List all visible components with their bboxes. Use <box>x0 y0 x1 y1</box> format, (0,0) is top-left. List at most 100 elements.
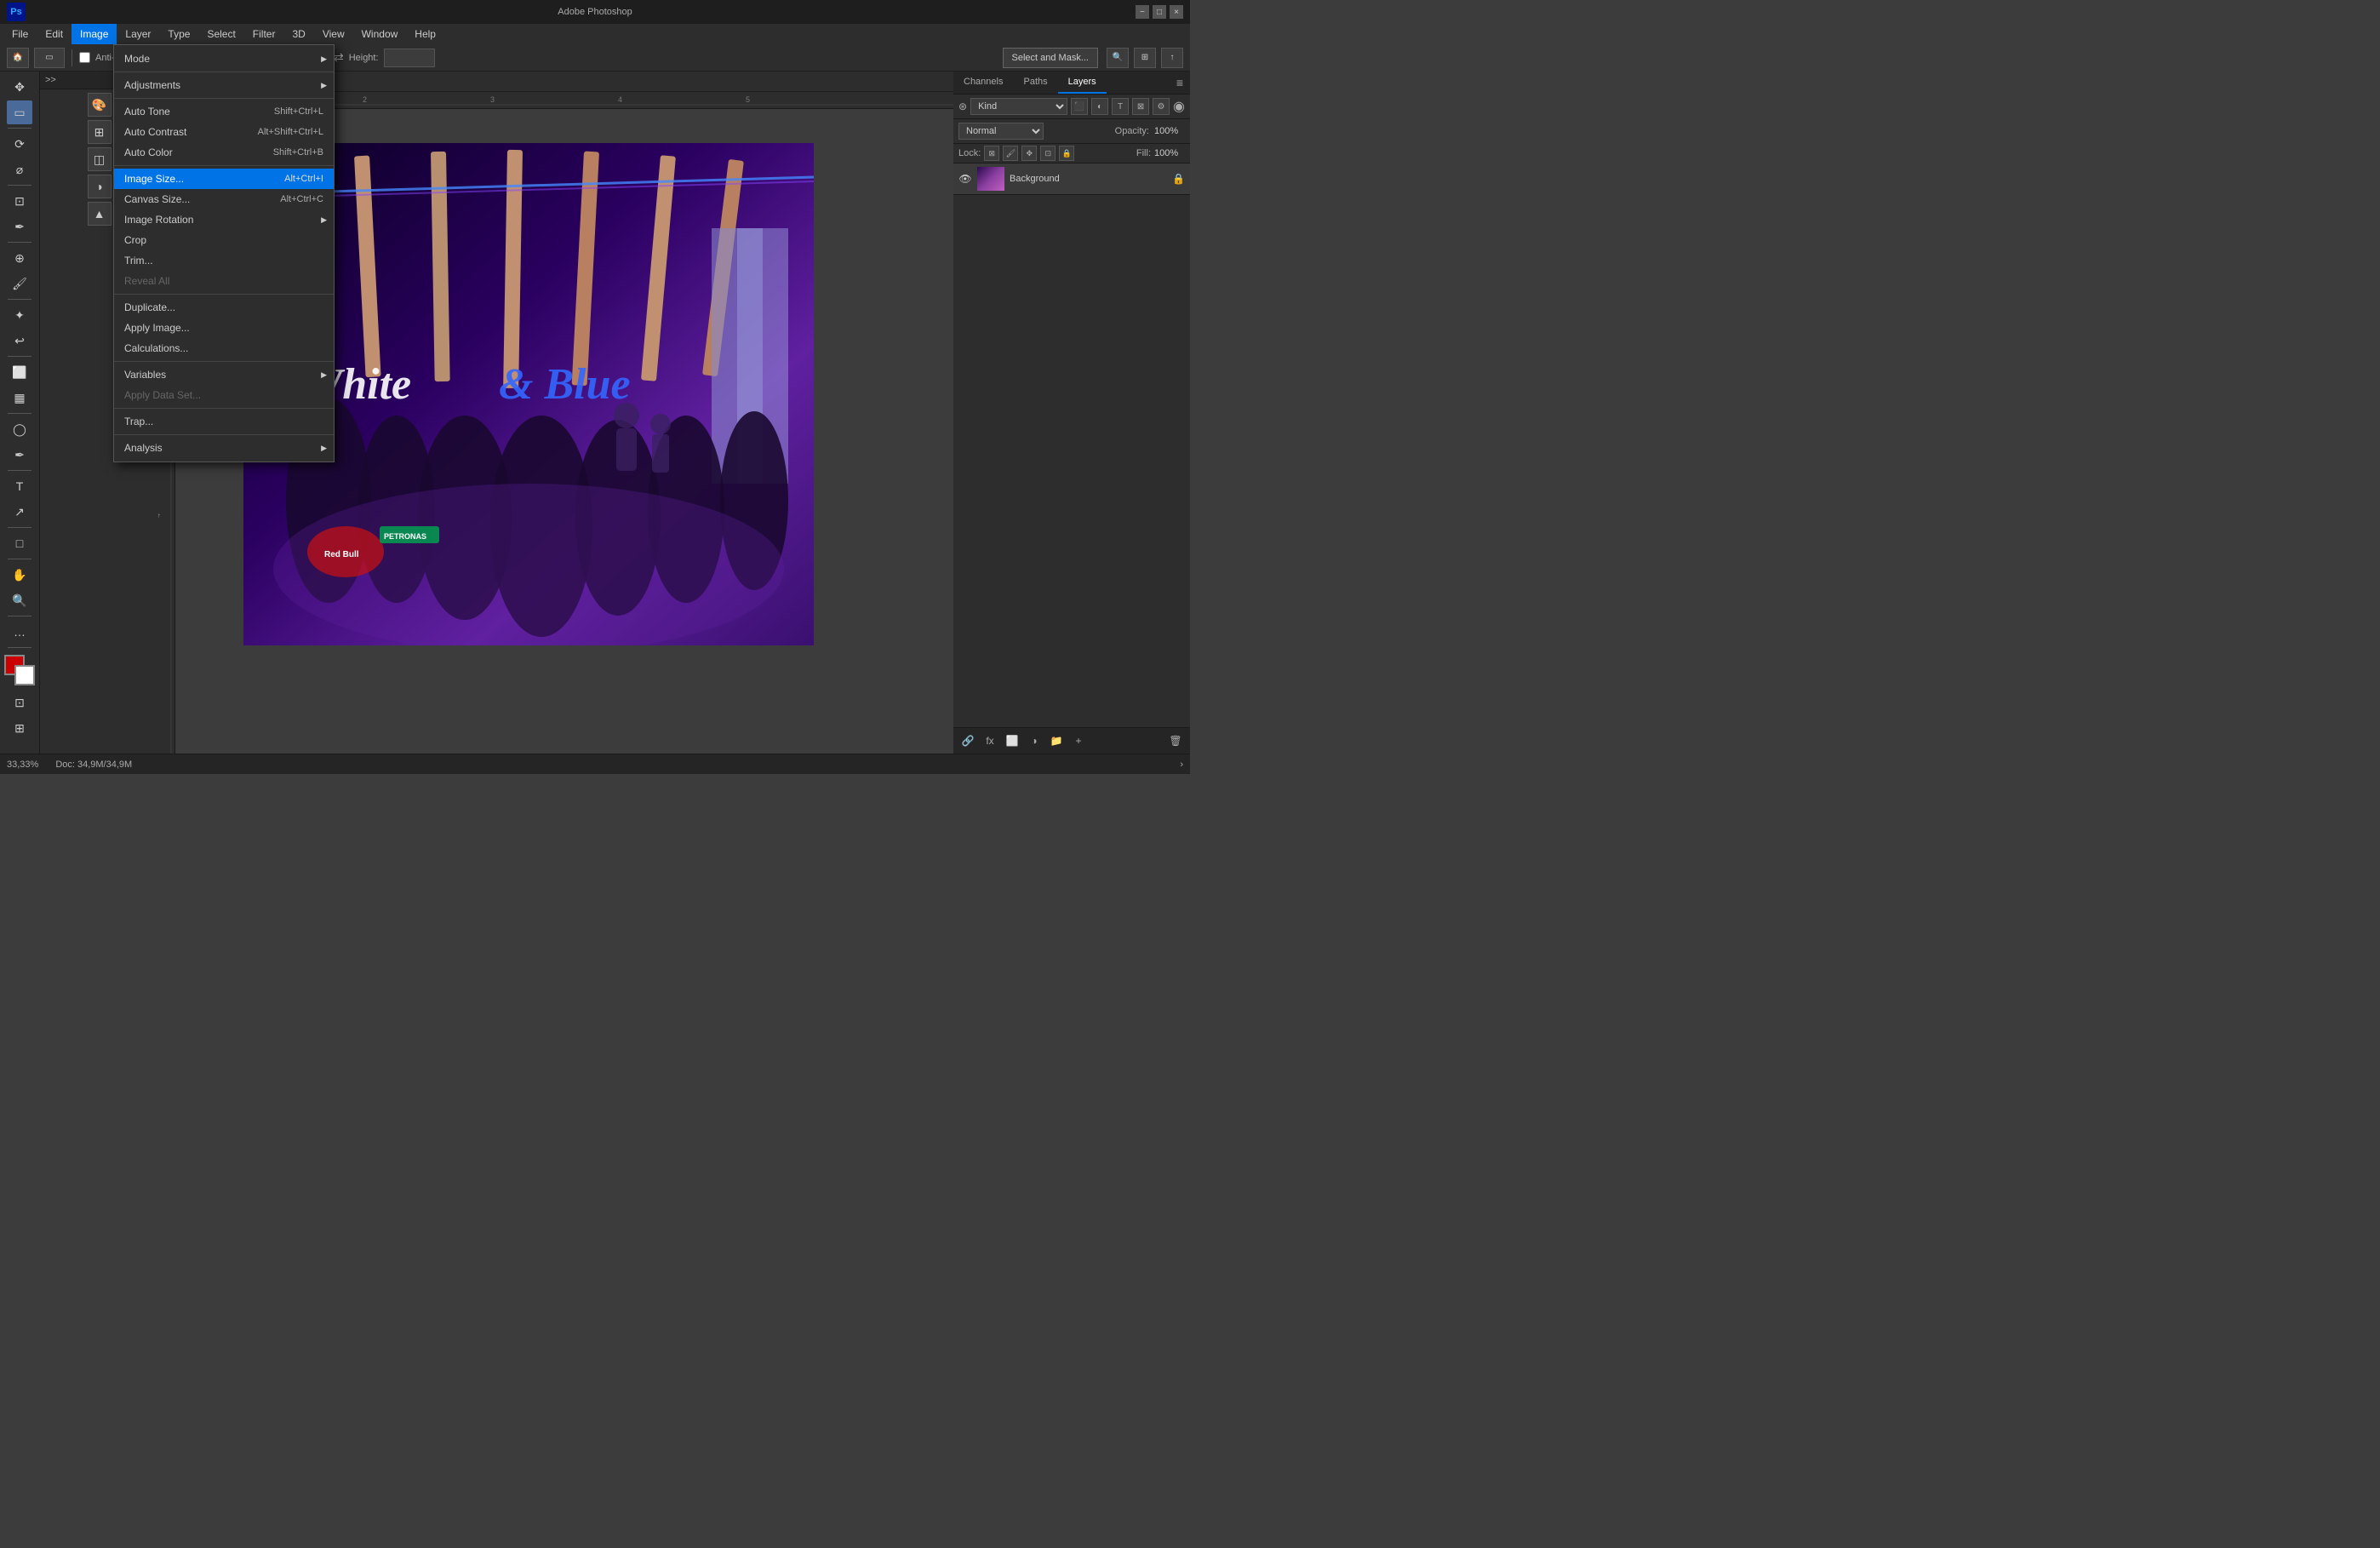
share-button[interactable]: ↑ <box>1161 48 1183 68</box>
menu-select[interactable]: Select <box>198 24 243 44</box>
tab-layers[interactable]: Layers <box>1058 72 1107 94</box>
layer-link-button[interactable]: 🔗 <box>958 731 977 750</box>
extra-tools[interactable]: … <box>7 620 32 644</box>
menu-entry-apply-image[interactable]: Apply Image... <box>114 318 334 338</box>
history-brush-tool[interactable]: ↩ <box>7 329 32 353</box>
menu-entry-canvas-size[interactable]: Canvas Size... Alt+Ctrl+C <box>114 189 334 209</box>
marquee-tool[interactable]: ▭ <box>7 100 32 124</box>
menu-sep-5 <box>114 361 334 362</box>
clone-stamp-tool[interactable]: ✦ <box>7 303 32 327</box>
layer-adjustment-button[interactable]: ◑ <box>1025 731 1044 750</box>
swap-icon[interactable]: ⇄ <box>334 50 344 65</box>
background-color[interactable] <box>14 665 35 685</box>
menu-entry-trim[interactable]: Trim... <box>114 250 334 271</box>
path-selection-tool[interactable]: ↗ <box>7 500 32 524</box>
menu-entry-image-size[interactable]: Image Size... Alt+Ctrl+I <box>114 169 334 189</box>
menu-entry-auto-contrast[interactable]: Auto Contrast Alt+Shift+Ctrl+L <box>114 122 334 142</box>
type-filter-btn[interactable]: T <box>1112 98 1129 115</box>
kind-select[interactable]: Kind <box>970 98 1067 115</box>
menu-entry-variables[interactable]: Variables <box>114 364 334 385</box>
zoom-button[interactable]: 🔍 <box>1107 48 1129 68</box>
eyedropper-tool[interactable]: ✒ <box>7 215 32 238</box>
filter-toggle[interactable]: ◉ <box>1173 98 1185 115</box>
lock-all-btn[interactable]: 🔒 <box>1059 146 1074 161</box>
menu-edit[interactable]: Edit <box>37 24 72 44</box>
layer-effects-button[interactable]: fx <box>981 731 999 750</box>
tab-paths[interactable]: Paths <box>1013 72 1057 94</box>
layer-new-button[interactable]: + <box>1069 731 1088 750</box>
compose-mini[interactable]: ◫ <box>88 147 112 171</box>
effect-mini[interactable]: ◑ <box>88 175 112 198</box>
lock-position-btn[interactable]: ✥ <box>1021 146 1037 161</box>
fill-value: 100% <box>1154 148 1185 158</box>
quick-mask-toggle[interactable]: ⊡ <box>7 691 32 714</box>
panel-expand-icon[interactable]: >> <box>45 75 56 85</box>
menu-view[interactable]: View <box>314 24 353 44</box>
minimize-button[interactable]: − <box>1136 5 1149 19</box>
layer-mask-button[interactable]: ⬜ <box>1003 731 1021 750</box>
menu-entry-trap[interactable]: Trap... <box>114 411 334 432</box>
zoom-tool[interactable]: 🔍 <box>7 588 32 612</box>
dodge-tool[interactable]: ◯ <box>7 417 32 441</box>
tab-channels[interactable]: Channels <box>953 72 1013 94</box>
panel-options-button[interactable]: ≡ <box>1170 72 1190 93</box>
menu-3d[interactable]: 3D <box>283 24 313 44</box>
lock-artboard-btn[interactable]: ⊡ <box>1040 146 1056 161</box>
menu-entry-crop[interactable]: Crop <box>114 230 334 250</box>
arrange-button[interactable]: ⊞ <box>1134 48 1156 68</box>
pixel-filter-btn[interactable]: ⬛ <box>1071 98 1088 115</box>
menu-entry-mode[interactable]: Mode <box>114 49 334 69</box>
close-button[interactable]: × <box>1170 5 1183 19</box>
shape-tool[interactable]: □ <box>7 531 32 555</box>
antialias-checkbox[interactable] <box>79 52 90 63</box>
move-tool[interactable]: ✥ <box>7 75 32 99</box>
adjustment-filter-btn[interactable]: ◐ <box>1091 98 1108 115</box>
eraser-tool[interactable]: ⬜ <box>7 360 32 384</box>
menu-entry-adjustments[interactable]: Adjustments <box>114 75 334 95</box>
menu-filter[interactable]: Filter <box>244 24 284 44</box>
menu-entry-calculations[interactable]: Calculations... <box>114 338 334 358</box>
selection-tool-button[interactable]: ▭ <box>34 48 65 68</box>
smart-filter-btn[interactable]: ⚙ <box>1153 98 1170 115</box>
tool-divider-7 <box>8 470 31 471</box>
shape-filter-btn[interactable]: ⊠ <box>1132 98 1149 115</box>
menubar: File Edit Image Layer Type Select Filter… <box>0 24 1190 44</box>
color-picker-mini[interactable]: 🎨 <box>88 93 112 117</box>
crop-tool[interactable]: ⊡ <box>7 189 32 213</box>
lock-transparent-btn[interactable]: ⊠ <box>984 146 999 161</box>
layer-item-background[interactable]: 👁 Background 🔒 <box>953 163 1190 195</box>
hand-tool[interactable]: ✋ <box>7 563 32 587</box>
height-input[interactable] <box>384 49 435 67</box>
lasso-tool[interactable]: ⟳ <box>7 132 32 156</box>
pen-tool[interactable]: ✒ <box>7 443 32 467</box>
menu-entry-analysis[interactable]: Analysis <box>114 438 334 458</box>
screen-mode-toggle[interactable]: ⊞ <box>7 716 32 740</box>
more-arrow[interactable]: › <box>1180 760 1183 770</box>
menu-type[interactable]: Type <box>159 24 198 44</box>
quick-select-tool[interactable]: ⌀ <box>7 158 32 181</box>
lock-pixels-btn[interactable]: 🖌 <box>1003 146 1018 161</box>
menu-entry-auto-color[interactable]: Auto Color Shift+Ctrl+B <box>114 142 334 163</box>
grid-mini[interactable]: ⊞ <box>88 120 112 144</box>
menu-layer[interactable]: Layer <box>117 24 159 44</box>
menu-window[interactable]: Window <box>353 24 407 44</box>
healing-brush-tool[interactable]: ⊕ <box>7 246 32 270</box>
maximize-button[interactable]: □ <box>1153 5 1166 19</box>
menu-entry-duplicate[interactable]: Duplicate... <box>114 297 334 318</box>
layer-delete-button[interactable]: 🗑 <box>1166 731 1185 750</box>
menu-entry-apply-data-set-label: Apply Data Set... <box>124 389 323 401</box>
menu-image[interactable]: Image <box>72 24 117 44</box>
blend-mode-select[interactable]: Normal Multiply Screen Overlay <box>958 123 1044 140</box>
layer-group-button[interactable]: 📁 <box>1047 731 1066 750</box>
shape-mini[interactable]: ▲ <box>88 202 112 226</box>
layer-visibility-toggle[interactable]: 👁 <box>958 172 972 186</box>
home-button[interactable]: 🏠 <box>7 48 29 68</box>
menu-entry-image-rotation[interactable]: Image Rotation <box>114 209 334 230</box>
gradient-tool[interactable]: ▦ <box>7 386 32 410</box>
menu-entry-auto-tone[interactable]: Auto Tone Shift+Ctrl+L <box>114 101 334 122</box>
menu-help[interactable]: Help <box>406 24 444 44</box>
select-and-mask-button[interactable]: Select and Mask... <box>1003 48 1099 68</box>
type-tool[interactable]: T <box>7 474 32 498</box>
menu-file[interactable]: File <box>3 24 37 44</box>
brush-tool[interactable]: 🖌 <box>7 272 32 295</box>
